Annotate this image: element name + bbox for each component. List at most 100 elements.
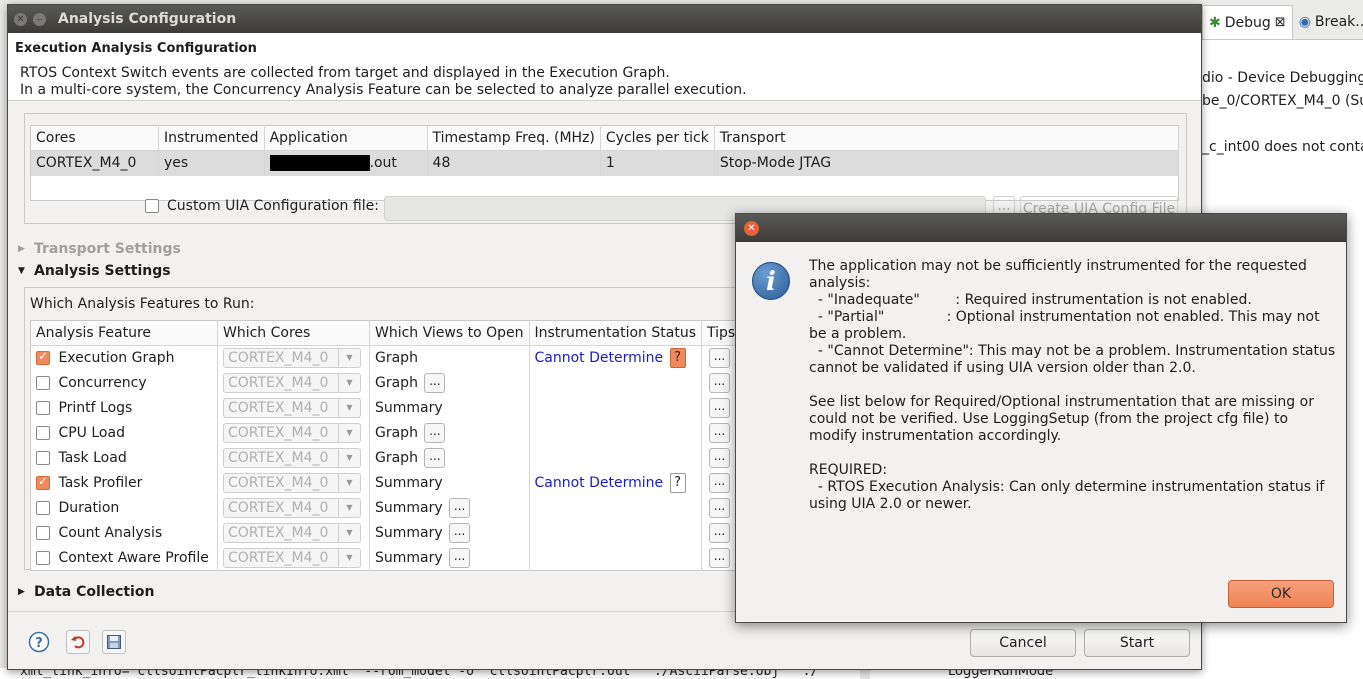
save-icon[interactable] (102, 630, 126, 654)
column-timestamp-freq[interactable]: Timestamp Freq. (MHz) (427, 125, 601, 151)
dialog-title: Analysis Configuration (58, 11, 237, 27)
view-options-button[interactable]: ... (449, 547, 471, 568)
feature-checkbox[interactable] (36, 451, 50, 465)
status-link[interactable]: Cannot Determine (535, 475, 664, 491)
column-instrumented[interactable]: Instrumented (158, 125, 265, 151)
feature-checkbox[interactable] (36, 474, 50, 490)
features-prompt: Which Analysis Features to Run: (30, 296, 255, 312)
chevron-down-icon: ▼ (338, 374, 360, 392)
views-cell: Summary (369, 395, 530, 421)
tips-button[interactable]: ... (709, 448, 730, 468)
application-cell: .out (264, 150, 428, 176)
views-cell: Graph ... (369, 420, 530, 446)
status-link[interactable]: Cannot Determine (535, 350, 664, 366)
info-icon: i (752, 262, 790, 300)
help-icon[interactable]: ? (27, 630, 51, 654)
tab-debug[interactable]: ✱ Debug ⊠ (1202, 5, 1293, 39)
feature-cell: Duration (30, 495, 218, 521)
feature-checkbox[interactable] (36, 401, 50, 415)
close-icon[interactable]: ✕ (744, 220, 759, 236)
cores-combo[interactable]: CORTEX_M4_0 ▼ (223, 423, 361, 443)
core-cell: CORTEX_M4_0 (30, 150, 159, 176)
feature-checkbox[interactable] (36, 426, 50, 440)
feature-checkbox[interactable] (36, 501, 50, 515)
view-options-button[interactable]: ... (449, 523, 471, 543)
popup-message: The application may not be sufficiently … (809, 258, 1339, 513)
message-line: - "Inadequate" : Required instrumentatio… (809, 292, 1252, 308)
cores-combo[interactable]: CORTEX_M4_0 ▼ (223, 473, 361, 493)
view-options-button[interactable]: ... (424, 373, 446, 393)
cores-combo[interactable]: CORTEX_M4_0 ▼ (223, 373, 361, 393)
feature-cell: Count Analysis (30, 520, 218, 546)
tips-button[interactable]: ... (709, 498, 730, 518)
cores-combo[interactable]: CORTEX_M4_0 ▼ (223, 523, 361, 543)
tips-button[interactable]: ... (709, 423, 730, 443)
chevron-down-icon: ▼ (338, 399, 360, 417)
analysis-settings-section[interactable]: ▼ Analysis Settings (18, 263, 171, 279)
column-application[interactable]: Application (264, 125, 428, 151)
restore-defaults-icon[interactable] (66, 630, 90, 654)
feature-checkbox[interactable] (36, 349, 50, 366)
message-line: - RTOS Execution Analysis: Can only dete… (809, 479, 1329, 512)
cores-combo[interactable]: CORTEX_M4_0 ▼ (223, 448, 361, 468)
tips-button[interactable]: ... (709, 398, 730, 418)
debug-message: _c_int00 does not conta (1202, 139, 1363, 155)
breakpoints-icon: ◉ (1298, 14, 1311, 30)
feature-cell: Task Profiler (30, 470, 218, 496)
cancel-button[interactable]: Cancel (970, 629, 1076, 657)
tips-button[interactable]: ... (709, 348, 730, 369)
views-cell: Summary (369, 470, 530, 496)
view-options-button[interactable]: ... (424, 423, 446, 443)
tips-button[interactable]: ... (709, 373, 730, 393)
status-cell (529, 520, 702, 546)
tips-button[interactable]: ... (709, 473, 730, 493)
message-line (809, 377, 1339, 394)
status-help-button[interactable]: ? (669, 348, 686, 369)
column-which-cores[interactable]: Which Cores (217, 320, 370, 346)
view-name: Summary (375, 475, 443, 491)
transport-cell: Stop-Mode JTAG (714, 150, 1180, 176)
cores-table-header: Cores Instrumented Application Timestamp… (30, 125, 1180, 151)
view-name: Summary (375, 549, 443, 566)
feature-checkbox[interactable] (36, 376, 50, 390)
cores-combo[interactable]: CORTEX_M4_0 ▼ (223, 398, 361, 418)
column-cycles-per-tick[interactable]: Cycles per tick (600, 125, 715, 151)
chevron-down-icon: ▼ (338, 548, 360, 567)
data-collection-section[interactable]: ▶ Data Collection (18, 584, 154, 600)
custom-uia-checkbox[interactable] (145, 199, 159, 213)
column-transport[interactable]: Transport (714, 125, 1180, 151)
view-options-button[interactable]: ... (449, 498, 471, 518)
feature-checkbox[interactable] (36, 526, 50, 540)
close-tab-icon[interactable]: ⊠ (1275, 15, 1286, 30)
views-cell: Summary ... (369, 495, 530, 521)
start-button[interactable]: Start (1084, 629, 1190, 657)
column-cores[interactable]: Cores (30, 125, 159, 151)
feature-cell: Concurrency (30, 370, 218, 396)
feature-name: Count Analysis (58, 525, 163, 541)
column-which-views[interactable]: Which Views to Open (369, 320, 530, 346)
feature-checkbox[interactable] (36, 550, 50, 565)
status-cell (529, 445, 702, 471)
tips-button[interactable]: ... (709, 547, 730, 568)
close-window-icon[interactable]: ✕ (14, 12, 27, 26)
cores-cell: CORTEX_M4_0 ▼ (217, 520, 370, 546)
view-options-button[interactable]: ... (424, 448, 446, 468)
tips-button[interactable]: ... (709, 523, 730, 543)
feature-cell: Task Load (30, 445, 218, 471)
status-help-button[interactable]: ? (669, 473, 686, 493)
debug-core-label: be_0/CORTEX_M4_0 (Su (1202, 93, 1363, 109)
cores-combo[interactable]: CORTEX_M4_0 ▼ (223, 498, 361, 518)
table-row[interactable]: CORTEX_M4_0 yes .out 48 1 Stop-Mode JTAG (30, 150, 1180, 176)
transport-settings-section[interactable]: ▶ Transport Settings (18, 241, 181, 257)
cores-combo[interactable]: CORTEX_M4_0 ▼ (223, 547, 361, 568)
column-instrumentation-status[interactable]: Instrumentation Status (529, 320, 702, 346)
views-cell: Summary ... (369, 520, 530, 546)
status-cell (529, 420, 702, 446)
ok-button[interactable]: OK (1228, 580, 1334, 608)
tab-breakpoints[interactable]: ◉ Break... (1293, 5, 1363, 39)
cores-combo[interactable]: CORTEX_M4_0 ▼ (223, 348, 361, 369)
feature-cell: Printf Logs (30, 395, 218, 421)
column-analysis-feature[interactable]: Analysis Feature (30, 320, 218, 346)
minimize-window-icon[interactable]: – (33, 12, 46, 26)
cores-cell: CORTEX_M4_0 ▼ (217, 470, 370, 496)
